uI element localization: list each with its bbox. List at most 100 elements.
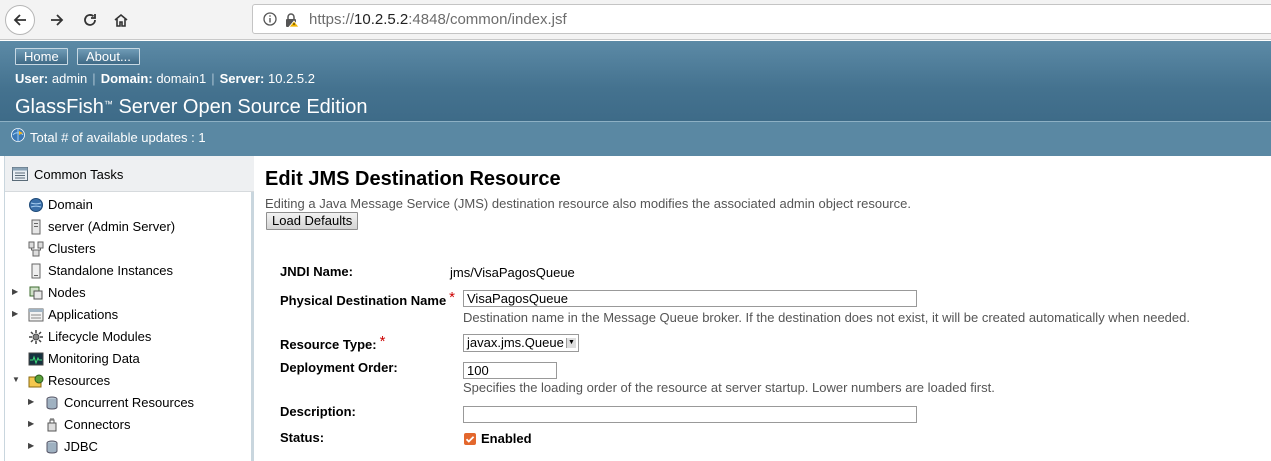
separator: | [211, 71, 215, 86]
sidebar-item-domain[interactable]: Domain [12, 194, 250, 216]
update-globe-icon[interactable] [10, 127, 26, 143]
info-icon[interactable] [263, 12, 277, 26]
instance-icon [31, 263, 41, 279]
insecure-lock-icon[interactable] [284, 12, 300, 28]
sidebar-item-concurrent-resources[interactable]: ▶ Concurrent Resources [28, 392, 250, 414]
enabled-label: Enabled [481, 431, 532, 446]
back-button[interactable] [5, 5, 35, 35]
jndi-name-value: jms/VisaPagosQueue [450, 265, 575, 280]
trademark: ™ [103, 99, 113, 109]
clusters-icon [28, 241, 44, 257]
sidebar-item-server-admin-server[interactable]: server (Admin Server) [12, 216, 250, 238]
common-tasks-header[interactable]: Common Tasks [5, 156, 254, 192]
browser-toolbar: https://10.2.5.2:4848/common/index.jsf [0, 0, 1271, 40]
server-icon [31, 219, 41, 235]
lifecycle-icon [29, 330, 43, 344]
physical-destination-label: Physical Destination Name * [280, 289, 456, 309]
expanded-arrow-icon[interactable]: ▼ [12, 375, 22, 384]
physical-destination-help: Destination name in the Message Queue br… [463, 310, 1190, 325]
user-info: User: admin | Domain: domain1 | Server: 10.2… [15, 71, 315, 86]
resource-type-select[interactable]: javax.jms.Queue ▼ [463, 334, 579, 352]
updates-bar: Total # of available updates : 1 [0, 121, 1271, 156]
sidebar-item-label: Domain [48, 197, 93, 212]
home-link[interactable]: Home [15, 48, 68, 65]
url-text: https://10.2.5.2:4848/common/index.jsf [309, 11, 567, 28]
sidebar-item-standalone-instances[interactable]: Standalone Instances [12, 260, 250, 282]
home-button[interactable] [106, 5, 136, 35]
separator: | [92, 71, 96, 86]
navigation-tree: Common Tasks Domain server (Admin Server)… [4, 156, 254, 461]
sidebar-item-label: Lifecycle Modules [48, 329, 152, 344]
nodes-icon [29, 286, 43, 300]
sidebar-item-label: Concurrent Resources [64, 395, 195, 410]
collapsed-arrow-icon[interactable]: ▶ [12, 309, 22, 318]
sidebar-item-label: Connectors [64, 417, 131, 432]
globe-icon [29, 198, 43, 212]
database-icon [46, 396, 58, 410]
page-help-text: Editing a Java Message Service (JMS) des… [265, 196, 911, 211]
resources-icon [28, 374, 44, 388]
sidebar-item-monitoring-data[interactable]: Monitoring Data [12, 348, 250, 370]
arrow-right-icon [51, 14, 64, 26]
sidebar-item-label: Applications [48, 307, 119, 322]
page-title: Edit JMS Destination Resource [265, 168, 561, 190]
physical-destination-input[interactable]: VisaPagosQueue [463, 290, 917, 307]
url-host: 10.2.5.2 [354, 11, 409, 28]
monitoring-icon [28, 352, 44, 366]
user-value: admin [51, 71, 88, 86]
resource-type-label: Resource Type: * [280, 333, 386, 353]
address-bar[interactable]: https://10.2.5.2:4848/common/index.jsf [252, 4, 1271, 34]
sidebar-item-label: Resources [48, 373, 111, 388]
deployment-order-help: Specifies the loading order of the resou… [463, 380, 995, 395]
collapsed-arrow-icon[interactable]: ▶ [12, 287, 22, 296]
deployment-order-label: Deployment Order: [280, 360, 398, 375]
server-value: 10.2.5.2 [268, 71, 316, 86]
reload-button[interactable] [75, 5, 105, 35]
description-input[interactable] [463, 406, 917, 423]
console-header: Home About... User: admin | Domain: domain… [0, 41, 1271, 156]
server-label: Server: [219, 71, 265, 86]
sidebar-item-lifecycle-modules[interactable]: Lifecycle Modules [12, 326, 250, 348]
masthead: Home About... User: admin | Domain: domain… [0, 41, 1271, 121]
sidebar-item-applications[interactable]: ▶ Applications [12, 304, 250, 326]
forward-button[interactable] [42, 5, 72, 35]
resource-type-label-text: Resource Type: [280, 337, 377, 352]
sidebar-item-resources[interactable]: ▼ Resources [12, 370, 250, 392]
sidebar-item-label: Standalone Instances [48, 263, 174, 278]
product-edition: Server Open Source Edition [112, 96, 368, 118]
collapsed-arrow-icon[interactable]: ▶ [28, 397, 38, 406]
jndi-name-label: JNDI Name: [280, 264, 353, 279]
user-label: User: [15, 71, 49, 86]
required-indicator: * [449, 289, 456, 306]
product-name: GlassFish [15, 96, 104, 118]
sidebar-item-label: Clusters [48, 241, 96, 256]
deployment-order-input[interactable]: 100 [463, 362, 557, 379]
required-indicator: * [379, 333, 386, 350]
collapsed-arrow-icon[interactable]: ▶ [28, 441, 38, 450]
sidebar-item-clusters[interactable]: Clusters [12, 238, 250, 260]
about-link[interactable]: About... [77, 48, 140, 65]
reload-icon [84, 14, 96, 26]
applications-icon [28, 308, 44, 322]
load-defaults-button[interactable]: Load Defaults [266, 212, 359, 230]
home-icon [114, 13, 128, 27]
physical-destination-label-text: Physical Destination Name [280, 293, 447, 308]
database-icon [46, 440, 58, 454]
common-tasks-label: Common Tasks [34, 167, 124, 182]
sidebar-item-label: Nodes [48, 285, 86, 300]
collapsed-arrow-icon[interactable]: ▶ [28, 419, 38, 428]
status-label: Status: [280, 430, 325, 445]
sidebar-item-connectors[interactable]: ▶ Connectors [28, 414, 250, 436]
sidebar-item-label: JDBC [64, 439, 98, 454]
updates-link[interactable]: Total # of available updates : 1 [30, 130, 206, 145]
description-label: Description: [280, 404, 356, 419]
sidebar-item-nodes[interactable]: ▶ Nodes [12, 282, 250, 304]
url-scheme: https:// [309, 11, 355, 28]
sidebar-item-label: Monitoring Data [48, 351, 140, 366]
sidebar-item-jdbc[interactable]: ▶ JDBC [28, 436, 250, 458]
checkmark-icon [465, 436, 475, 443]
resource-type-selected: javax.jms.Queue [467, 335, 564, 350]
url-path: :4848/common/index.jsf [408, 11, 567, 28]
arrow-left-icon [13, 14, 26, 26]
enabled-checkbox[interactable] [464, 433, 476, 445]
